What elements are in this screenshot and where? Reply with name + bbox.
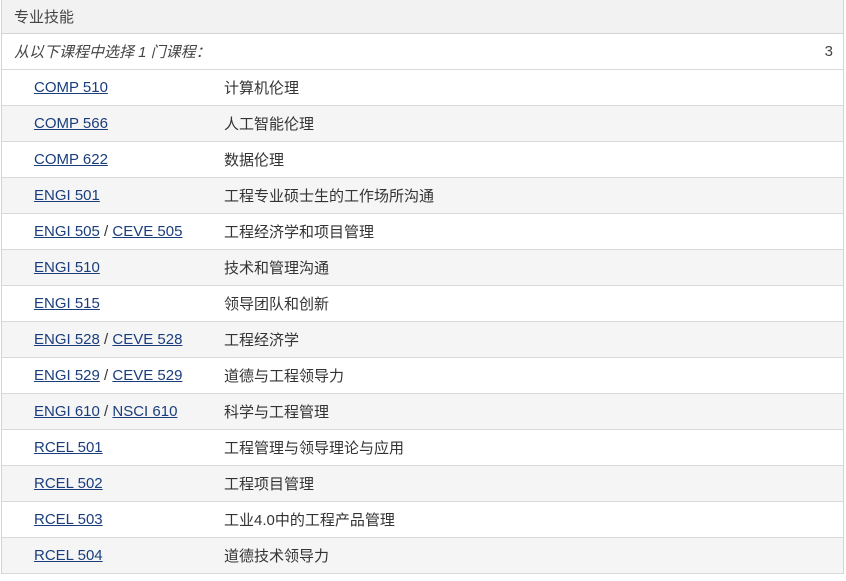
course-title: 工业4.0中的工程产品管理: [224, 512, 395, 529]
section-title: 专业技能: [14, 9, 75, 26]
course-code-cell: ENGI 528 / CEVE 528: [2, 331, 224, 348]
course-code-link[interactable]: ENGI 610: [34, 403, 100, 420]
course-row: COMP 622 数据伦理: [2, 142, 843, 178]
course-code-cell: ENGI 529 / CEVE 529: [2, 367, 224, 384]
course-code-link[interactable]: ENGI 528: [34, 331, 100, 348]
course-row: RCEL 504 道德技术领导力: [2, 538, 843, 574]
course-code-cell: ENGI 510: [2, 259, 224, 276]
course-code-link[interactable]: COMP 622: [34, 151, 108, 168]
course-title: 道德与工程领导力: [224, 368, 345, 385]
course-row: RCEL 501 工程管理与领导理论与应用: [2, 430, 843, 466]
course-code-cell: ENGI 501: [2, 187, 224, 204]
course-code-cell: RCEL 501: [2, 439, 224, 456]
course-code-link[interactable]: NSCI 610: [112, 403, 177, 420]
section-header: 专业技能: [2, 0, 843, 34]
course-code-cell: ENGI 610 / NSCI 610: [2, 403, 224, 420]
course-code-cell: ENGI 505 / CEVE 505: [2, 223, 224, 240]
course-title: 道德技术领导力: [224, 548, 330, 565]
course-code-link[interactable]: RCEL 503: [34, 511, 103, 528]
course-row: ENGI 610 / NSCI 610 科学与工程管理: [2, 394, 843, 430]
course-code-link[interactable]: ENGI 510: [34, 259, 100, 276]
course-requirements-table: 专业技能 从以下课程中选择 1 门课程： 3 COMP 510 计算机伦理 COMP…: [1, 0, 844, 574]
course-code-cell: ENGI 515: [2, 295, 224, 312]
course-code-link[interactable]: ENGI 515: [34, 295, 100, 312]
course-row: COMP 510 计算机伦理: [2, 70, 843, 106]
course-title: 工程管理与领导理论与应用: [224, 440, 405, 457]
course-row: COMP 566 人工智能伦理: [2, 106, 843, 142]
course-title: 工程经济学和项目管理: [224, 224, 375, 241]
course-code-link[interactable]: CEVE 505: [112, 223, 182, 240]
course-row: ENGI 505 / CEVE 505 工程经济学和项目管理: [2, 214, 843, 250]
code-separator: /: [99, 367, 113, 384]
course-title: 工程专业硕士生的工作场所沟通: [224, 188, 435, 205]
course-code-cell: COMP 566: [2, 115, 224, 132]
code-separator: /: [99, 403, 113, 420]
course-title: 数据伦理: [224, 152, 285, 169]
code-separator: /: [99, 223, 113, 240]
course-row: ENGI 510 技术和管理沟通: [2, 250, 843, 286]
course-code-cell: COMP 510: [2, 79, 224, 96]
course-title: 计算机伦理: [224, 80, 300, 97]
course-code-cell: RCEL 503: [2, 511, 224, 528]
credit-hours: 3: [824, 43, 833, 60]
course-row: RCEL 502 工程项目管理: [2, 466, 843, 502]
course-list: COMP 510 计算机伦理 COMP 566 人工智能伦理 COMP 622 数据伦理 E…: [2, 70, 843, 574]
course-title: 领导团队和创新: [224, 296, 330, 313]
course-code-link[interactable]: ENGI 501: [34, 187, 100, 204]
course-code-link[interactable]: ENGI 505: [34, 223, 100, 240]
course-code-link[interactable]: CEVE 528: [112, 331, 182, 348]
course-code-link[interactable]: RCEL 502: [34, 475, 103, 492]
course-title: 工程经济学: [224, 332, 300, 349]
course-code-cell: RCEL 502: [2, 475, 224, 492]
course-code-link[interactable]: RCEL 501: [34, 439, 103, 456]
course-title: 技术和管理沟通: [224, 260, 330, 277]
course-code-link[interactable]: COMP 510: [34, 79, 108, 96]
course-row: ENGI 501 工程专业硕士生的工作场所沟通: [2, 178, 843, 214]
course-code-cell: RCEL 504: [2, 547, 224, 564]
select-instruction-row: 从以下课程中选择 1 门课程： 3: [2, 34, 843, 70]
course-row: ENGI 529 / CEVE 529 道德与工程领导力: [2, 358, 843, 394]
course-code-link[interactable]: ENGI 529: [34, 367, 100, 384]
course-row: RCEL 503 工业4.0中的工程产品管理: [2, 502, 843, 538]
course-code-link[interactable]: CEVE 529: [112, 367, 182, 384]
code-separator: /: [99, 331, 113, 348]
course-row: ENGI 528 / CEVE 528 工程经济学: [2, 322, 843, 358]
course-row: ENGI 515 领导团队和创新: [2, 286, 843, 322]
course-title: 人工智能伦理: [224, 116, 315, 133]
course-code-link[interactable]: RCEL 504: [34, 547, 103, 564]
course-code-cell: COMP 622: [2, 151, 224, 168]
course-title: 科学与工程管理: [224, 404, 330, 421]
course-code-link[interactable]: COMP 566: [34, 115, 108, 132]
course-title: 工程项目管理: [224, 476, 315, 493]
select-instruction-label: 从以下课程中选择 1 门课程：: [14, 44, 211, 61]
